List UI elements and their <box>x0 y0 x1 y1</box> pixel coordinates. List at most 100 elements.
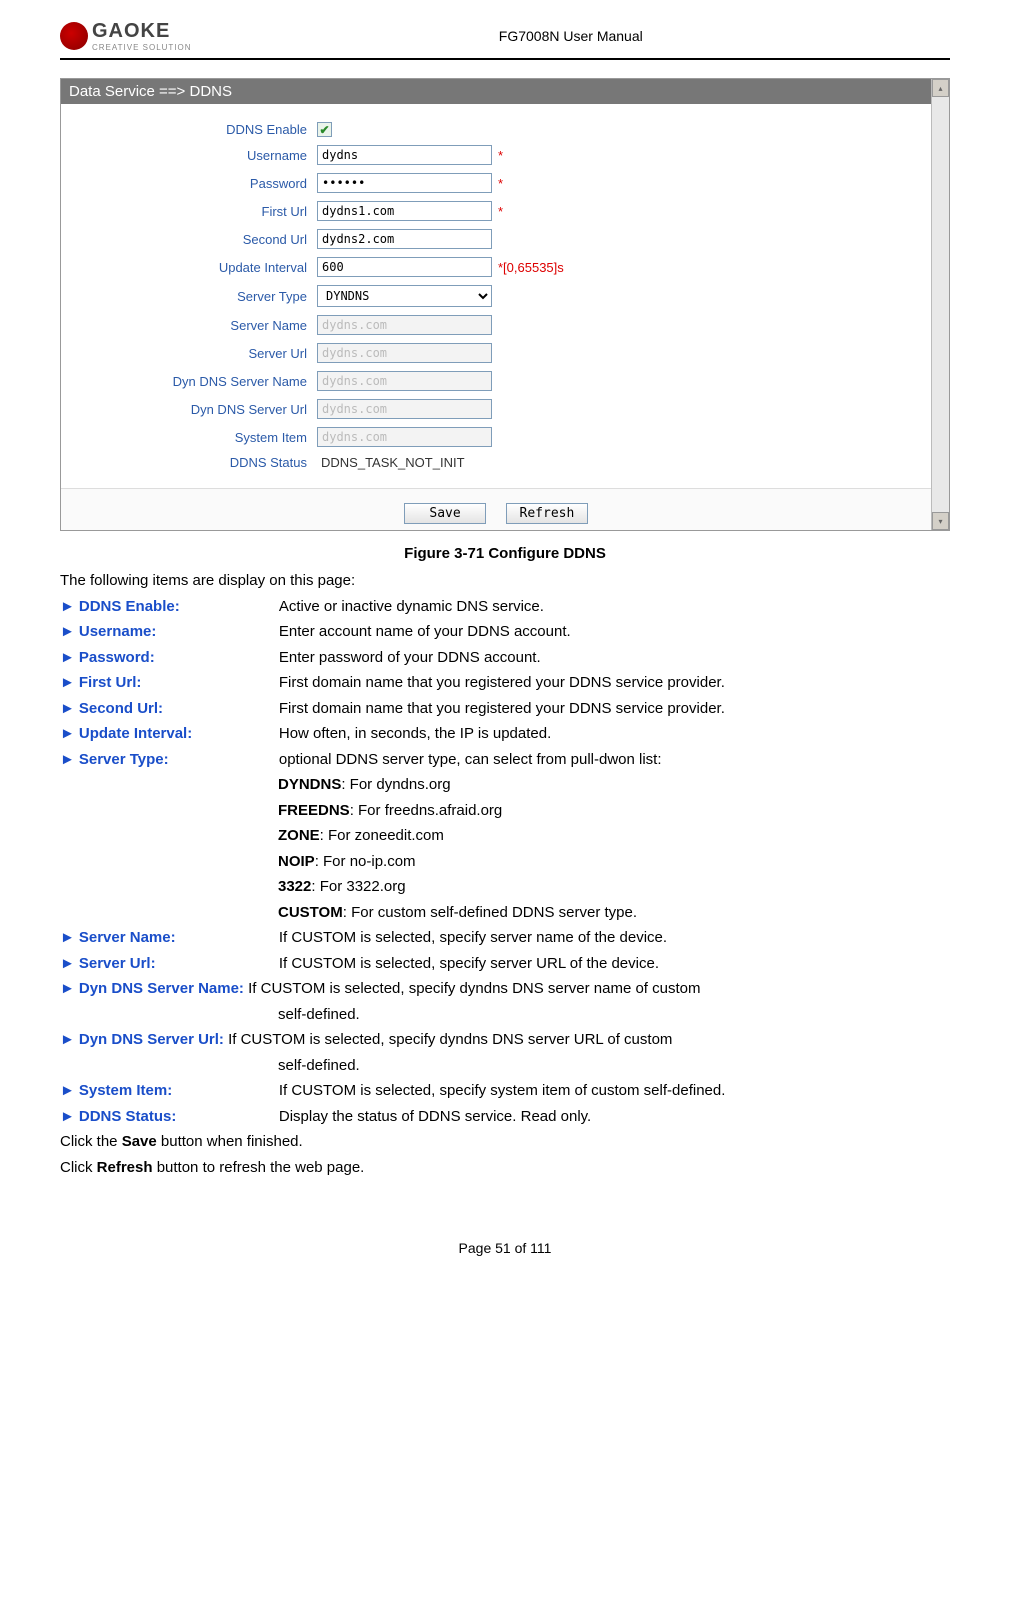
item-term: DDNS Enable: <box>79 594 279 620</box>
scroll-up-icon[interactable]: ▴ <box>932 79 949 97</box>
required-marker: * <box>498 148 503 163</box>
item-desc: How often, in seconds, the IP is updated… <box>279 721 950 747</box>
document-title: FG7008N User Manual <box>192 28 950 44</box>
bullet-arrow: ► <box>60 747 75 773</box>
server-type-name: FREEDNS <box>278 802 350 819</box>
label-server-type: Server Type <box>61 289 317 304</box>
bullet-arrow: ► <box>60 951 75 977</box>
item-desc: If CUSTOM is selected, specify server na… <box>279 925 950 951</box>
label-dyn-server-url: Dyn DNS Server Url <box>61 402 317 417</box>
label-password: Password <box>61 176 317 191</box>
trail1-c: button when finished. <box>157 1133 303 1150</box>
server-type-desc: : For freedns.afraid.org <box>350 802 503 819</box>
trail1-b: Save <box>122 1133 157 1150</box>
label-username: Username <box>61 148 317 163</box>
config-screenshot: ▴ ▾ Data Service ==> DDNS DDNS Enable ✔ … <box>60 78 950 531</box>
server-type-desc: : For zoneedit.com <box>320 827 444 844</box>
trail2-b: Refresh <box>97 1159 153 1176</box>
logo-icon <box>60 22 88 50</box>
second-url-input[interactable] <box>317 229 492 249</box>
server-type-name: CUSTOM <box>278 904 343 921</box>
term-dyn-server-url: Dyn DNS Server Url: <box>79 1027 224 1053</box>
logo-subtext: CREATIVE SOLUTION <box>92 43 192 52</box>
item-desc: First domain name that you registered yo… <box>279 670 950 696</box>
required-marker: * <box>498 176 503 191</box>
logo-text: GAOKE <box>92 20 192 43</box>
label-second-url: Second Url <box>61 232 317 247</box>
item-desc: Active or inactive dynamic DNS service. <box>279 594 950 620</box>
server-type-desc: : For custom self-defined DDNS server ty… <box>343 904 637 921</box>
label-dyn-server-name: Dyn DNS Server Name <box>61 374 317 389</box>
bullet-arrow: ► <box>60 1027 75 1053</box>
save-button[interactable]: Save <box>404 503 486 524</box>
bullet-arrow: ► <box>60 976 75 1002</box>
desc-dyn-server-url-b: self-defined. <box>278 1053 950 1079</box>
server-name-input[interactable] <box>317 315 492 335</box>
dyn-server-url-input[interactable] <box>317 399 492 419</box>
logo: GAOKE CREATIVE SOLUTION <box>60 20 192 52</box>
interval-suffix: *[0,65535]s <box>498 260 564 275</box>
username-input[interactable] <box>317 145 492 165</box>
password-input[interactable] <box>317 173 492 193</box>
figure-caption: Figure 3-71 Configure DDNS <box>60 545 950 562</box>
item-term: Server Type: <box>79 747 279 773</box>
page-footer: Page 51 of 111 <box>60 1240 950 1256</box>
term-dyn-server-name: Dyn DNS Server Name: <box>79 976 244 1002</box>
bullet-arrow: ► <box>60 670 75 696</box>
server-type-desc: : For no-ip.com <box>315 853 416 870</box>
item-term: Second Url: <box>79 696 279 722</box>
item-desc: optional DDNS server type, can select fr… <box>279 747 950 773</box>
trail2-a: Click <box>60 1159 97 1176</box>
item-term: Password: <box>79 645 279 671</box>
item-term: First Url: <box>79 670 279 696</box>
refresh-button[interactable]: Refresh <box>506 503 588 524</box>
trail1-a: Click the <box>60 1133 122 1150</box>
server-type-name: ZONE <box>278 827 320 844</box>
label-server-name: Server Name <box>61 318 317 333</box>
scrollbar[interactable]: ▴ ▾ <box>931 79 949 530</box>
label-server-url: Server Url <box>61 346 317 361</box>
bullet-arrow: ► <box>60 696 75 722</box>
bullet-arrow: ► <box>60 1078 75 1104</box>
desc-dyn-server-name-a: If CUSTOM is selected, specify dyndns DN… <box>248 980 700 997</box>
desc-dyn-server-url-a: If CUSTOM is selected, specify dyndns DN… <box>228 1031 672 1048</box>
item-term: DDNS Status: <box>79 1104 279 1130</box>
update-interval-input[interactable] <box>317 257 492 277</box>
bullet-arrow: ► <box>60 721 75 747</box>
bullet-arrow: ► <box>60 1104 75 1130</box>
system-item-input[interactable] <box>317 427 492 447</box>
item-desc: Enter password of your DDNS account. <box>279 645 950 671</box>
label-ddns-enable: DDNS Enable <box>61 122 317 137</box>
dyn-server-name-input[interactable] <box>317 371 492 391</box>
item-term: System Item: <box>79 1078 279 1104</box>
bullet-arrow: ► <box>60 645 75 671</box>
label-system-item: System Item <box>61 430 317 445</box>
item-desc: First domain name that you registered yo… <box>279 696 950 722</box>
item-term: Username: <box>79 619 279 645</box>
bullet-arrow: ► <box>60 594 75 620</box>
ddns-status-value: DDNS_TASK_NOT_INIT <box>317 455 465 470</box>
item-term: Server Url: <box>79 951 279 977</box>
first-url-input[interactable] <box>317 201 492 221</box>
item-desc: Display the status of DDNS service. Read… <box>279 1104 950 1130</box>
item-desc: If CUSTOM is selected, specify server UR… <box>279 951 950 977</box>
server-type-select[interactable]: DYNDNS <box>317 285 492 307</box>
intro-text: The following items are display on this … <box>60 568 950 594</box>
server-type-name: NOIP <box>278 853 315 870</box>
item-desc: If CUSTOM is selected, specify system it… <box>279 1078 950 1104</box>
required-marker: * <box>498 204 503 219</box>
item-term: Server Name: <box>79 925 279 951</box>
scroll-down-icon[interactable]: ▾ <box>932 512 949 530</box>
label-ddns-status: DDNS Status <box>61 455 317 470</box>
server-type-desc: : For 3322.org <box>311 878 405 895</box>
panel-title: Data Service ==> DDNS <box>61 79 931 104</box>
item-term: Update Interval: <box>79 721 279 747</box>
server-type-desc: : For dyndns.org <box>341 776 450 793</box>
label-update-interval: Update Interval <box>61 260 317 275</box>
server-url-input[interactable] <box>317 343 492 363</box>
bullet-arrow: ► <box>60 925 75 951</box>
server-type-name: DYNDNS <box>278 776 341 793</box>
trail2-c: button to refresh the web page. <box>153 1159 365 1176</box>
ddns-enable-checkbox[interactable]: ✔ <box>317 122 332 137</box>
item-desc: Enter account name of your DDNS account. <box>279 619 950 645</box>
